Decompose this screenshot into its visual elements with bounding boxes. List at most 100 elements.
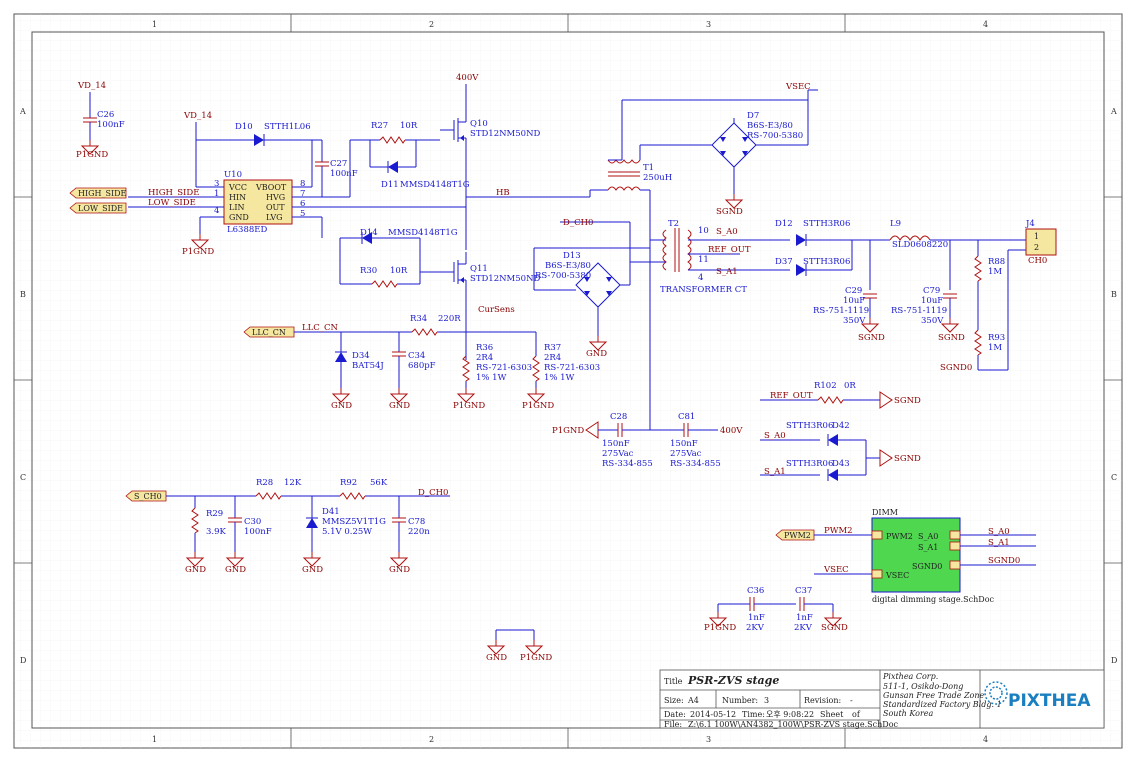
svg-text:Size:: Size:: [664, 696, 684, 705]
svg-text:100nF: 100nF: [244, 527, 272, 537]
svg-text:11: 11: [698, 255, 709, 265]
row-label: A: [1110, 107, 1117, 116]
svg-text:digital dimming stage.SchDoc: digital dimming stage.SchDoc: [872, 595, 995, 604]
svg-text:SGND: SGND: [894, 454, 921, 464]
svg-text:220n: 220n: [408, 527, 430, 537]
svg-text:SGND0: SGND0: [988, 556, 1020, 566]
svg-text:56K: 56K: [370, 478, 388, 488]
svg-text:S_A0: S_A0: [764, 431, 786, 441]
svg-text:T1: T1: [643, 163, 654, 173]
svg-text:STD12NM50ND: STD12NM50ND: [470, 274, 541, 284]
svg-text:S_A0: S_A0: [716, 227, 738, 237]
svg-text:R27: R27: [371, 121, 388, 131]
svg-text:1% 1W: 1% 1W: [476, 373, 507, 383]
svg-text:3: 3: [764, 696, 769, 705]
svg-text:2KV: 2KV: [794, 623, 813, 633]
svg-text:C79: C79: [923, 286, 940, 296]
title-label: Title: [664, 677, 683, 686]
svg-text:SGND0: SGND0: [912, 562, 942, 571]
col-label: 4: [983, 735, 988, 744]
svg-text:RS-751-1119: RS-751-1119: [813, 306, 869, 316]
svg-text:100nF: 100nF: [97, 120, 125, 130]
svg-text:L6388ED: L6388ED: [227, 225, 267, 235]
svg-text:P1GND: P1GND: [522, 401, 554, 411]
svg-text:P1GND: P1GND: [182, 247, 214, 257]
svg-text:VSEC: VSEC: [785, 82, 811, 92]
svg-text:of: of: [852, 710, 861, 719]
svg-text:D41: D41: [322, 507, 340, 517]
svg-text:LOW_SIDE: LOW_SIDE: [78, 204, 123, 213]
svg-text:R36: R36: [476, 343, 493, 353]
schematic-canvas: 1 2 3 4 1 2 3 4 A B C D A B C D VD_14 C2…: [13, 13, 1123, 749]
net-label: VD_14: [77, 81, 106, 91]
svg-text:10uF: 10uF: [921, 296, 943, 306]
svg-text:10R: 10R: [390, 266, 408, 276]
svg-text:STTH3R06: STTH3R06: [803, 257, 850, 267]
svg-text:CurSens: CurSens: [478, 305, 515, 315]
svg-text:SGND: SGND: [858, 333, 885, 343]
svg-text:J4: J4: [1025, 219, 1035, 229]
svg-text:P1GND: P1GND: [76, 150, 108, 160]
svg-text:VSEC: VSEC: [885, 571, 909, 580]
row-label: C: [1111, 473, 1117, 482]
svg-text:BAT54J: BAT54J: [352, 361, 384, 371]
row-label: C: [20, 473, 26, 482]
svg-text:GND: GND: [225, 565, 246, 575]
svg-text:D14: D14: [360, 228, 378, 238]
svg-text:REF_OUT: REF_OUT: [708, 245, 751, 255]
svg-text:350V: 350V: [843, 316, 866, 326]
svg-text:S_A1: S_A1: [764, 467, 786, 477]
svg-text:C28: C28: [610, 412, 627, 422]
svg-text:400V: 400V: [720, 426, 743, 436]
svg-text:4: 4: [698, 273, 703, 283]
svg-text:HIGH_SIDE: HIGH_SIDE: [78, 189, 127, 198]
svg-text:RS-721-6303: RS-721-6303: [544, 363, 600, 373]
svg-text:B6S-E3/80: B6S-E3/80: [545, 261, 591, 271]
svg-text:GND: GND: [586, 349, 607, 359]
svg-text:R34: R34: [410, 314, 427, 324]
svg-text:1M: 1M: [988, 343, 1002, 353]
svg-text:GND: GND: [389, 401, 410, 411]
svg-text:STTH1L06: STTH1L06: [264, 122, 311, 132]
svg-text:File:: File:: [664, 720, 682, 729]
col-label: 2: [429, 735, 434, 744]
svg-text:P1GND: P1GND: [453, 401, 485, 411]
svg-text:REF_OUT: REF_OUT: [770, 391, 813, 401]
svg-text:OUT: OUT: [266, 203, 285, 212]
svg-text:D7: D7: [747, 111, 759, 121]
svg-text:C81: C81: [678, 412, 695, 422]
svg-text:D_CH0: D_CH0: [418, 488, 448, 498]
svg-text:VBOOT: VBOOT: [255, 183, 287, 192]
svg-text:1nF: 1nF: [748, 613, 765, 623]
svg-text:PWM2: PWM2: [824, 526, 853, 536]
svg-text:2KV: 2KV: [746, 623, 765, 633]
col-label: 2: [429, 20, 434, 29]
svg-text:C78: C78: [408, 517, 425, 527]
svg-text:PIXTHEA: PIXTHEA: [1008, 691, 1091, 711]
svg-text:2R4: 2R4: [476, 353, 493, 363]
svg-text:S_A1: S_A1: [716, 267, 738, 277]
svg-text:MMSD4148T1G: MMSD4148T1G: [400, 180, 470, 190]
svg-text:D10: D10: [235, 122, 253, 132]
svg-text:2014-05-12: 2014-05-12: [690, 710, 736, 719]
svg-text:RS-700-5380: RS-700-5380: [535, 271, 591, 281]
svg-text:RS-334-855: RS-334-855: [670, 459, 721, 469]
svg-text:0R: 0R: [844, 381, 856, 391]
svg-text:SGND: SGND: [716, 207, 743, 217]
svg-text:400V: 400V: [456, 73, 479, 83]
col-label: 1: [152, 735, 157, 744]
svg-text:350V: 350V: [921, 316, 944, 326]
svg-text:Standardized Factory Bldg. 1: Standardized Factory Bldg. 1: [883, 700, 1002, 709]
svg-text:A4: A4: [687, 696, 699, 705]
net-label: LOW_SIDE: [148, 198, 196, 208]
svg-text:-: -: [850, 696, 853, 705]
svg-text:C30: C30: [244, 517, 261, 527]
svg-text:SLD0608220: SLD0608220: [892, 240, 948, 250]
svg-text:Date:: Date:: [664, 710, 686, 719]
svg-text:LIN: LIN: [229, 203, 244, 212]
svg-text:U10: U10: [224, 170, 242, 180]
svg-text:VCC: VCC: [228, 183, 247, 192]
col-label: 4: [983, 20, 988, 29]
svg-text:R92: R92: [340, 478, 357, 488]
svg-text:Q10: Q10: [470, 119, 488, 129]
